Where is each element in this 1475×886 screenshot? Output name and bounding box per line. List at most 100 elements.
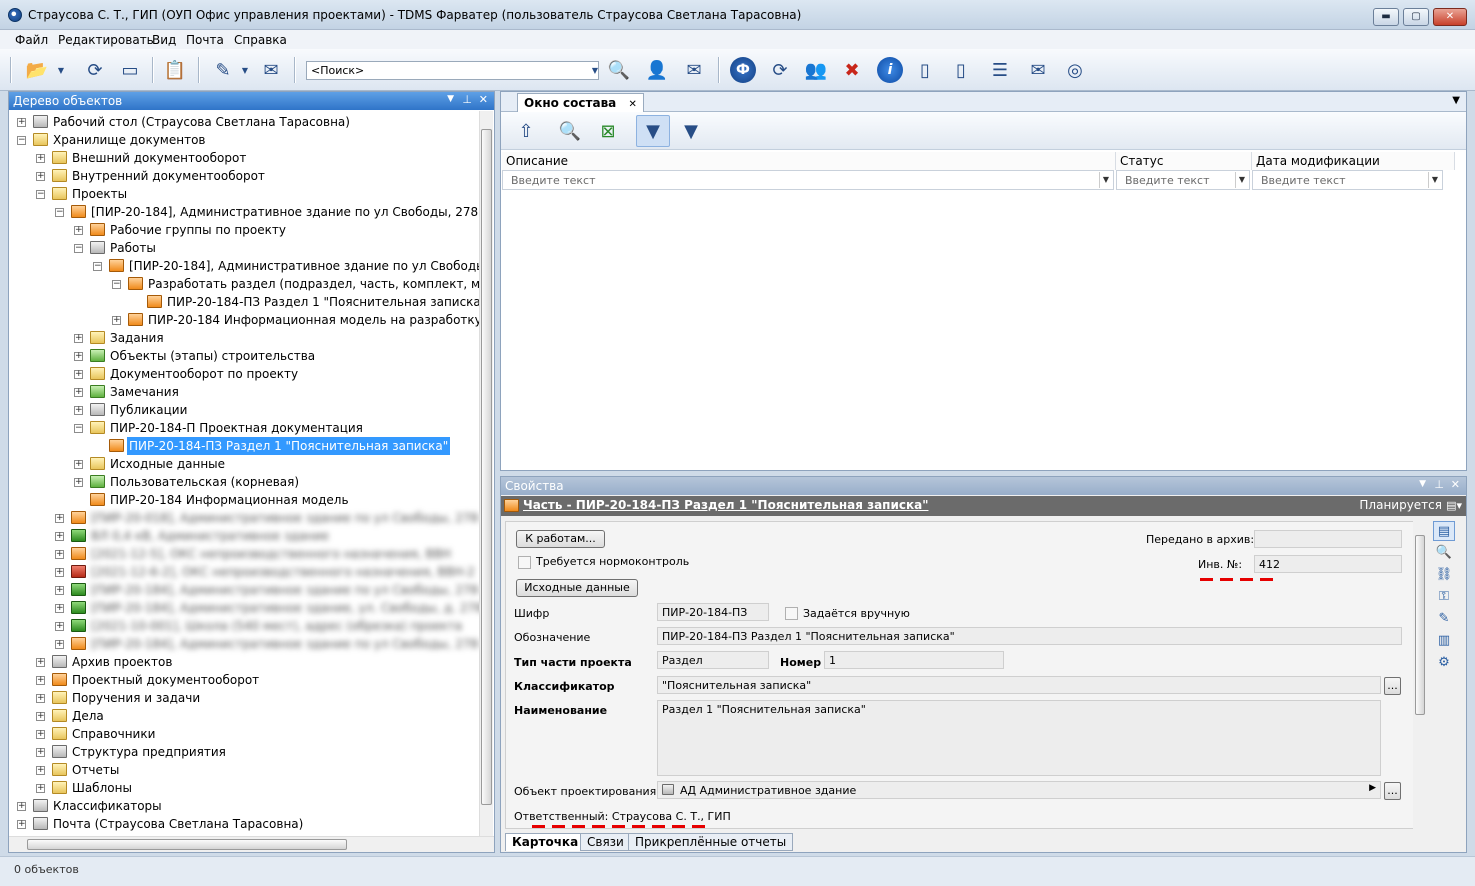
menu-mail[interactable]: Почта bbox=[186, 33, 224, 47]
create-dropdown-icon[interactable]: ▼ bbox=[54, 57, 68, 83]
send-icon[interactable]: ✉ bbox=[258, 57, 284, 83]
card-view-icon[interactable]: ▤ bbox=[1433, 521, 1455, 541]
filter-status-input[interactable]: Введите текст ▼ bbox=[1116, 170, 1250, 190]
filter-settings-icon[interactable]: ▼ bbox=[678, 118, 704, 144]
checkout-icon[interactable]: ▯ bbox=[948, 57, 974, 83]
tab-composition[interactable]: Окно состава ✕ bbox=[517, 93, 644, 112]
main-toolbar: 📂 ▼ ⟳ ▭ 📋 ✎ ▼ ✉ <Поиск> ▼ 🔍 👤 ✉ Ф ⟳ 👥 ✖ … bbox=[0, 49, 1475, 91]
col-header-description[interactable]: Описание bbox=[502, 152, 1116, 170]
design-object-select-button[interactable]: ... bbox=[1384, 782, 1401, 800]
tab-list-icon[interactable]: ▼ bbox=[1452, 95, 1460, 106]
menu-help[interactable]: Справка bbox=[234, 33, 287, 47]
chevron-down-icon[interactable]: ▼ bbox=[1099, 172, 1112, 188]
users-icon[interactable]: 👥 bbox=[803, 57, 829, 83]
col-header-modified[interactable]: Дата модификации bbox=[1252, 152, 1455, 170]
card-vertical-scrollbar[interactable] bbox=[1413, 521, 1427, 829]
inbox-icon[interactable]: ✉ bbox=[1025, 57, 1051, 83]
link-icon[interactable]: ⛓ bbox=[1433, 565, 1455, 585]
settings-icon[interactable]: ⚙ bbox=[1433, 653, 1455, 673]
highlight-mark bbox=[1200, 578, 1276, 581]
sync-icon[interactable]: ⟳ bbox=[767, 57, 793, 83]
tab-close-icon[interactable]: ✕ bbox=[628, 99, 636, 110]
farvater-icon[interactable]: Ф bbox=[730, 57, 756, 83]
tree-vertical-scrollbar[interactable] bbox=[479, 111, 493, 837]
refresh-icon[interactable]: ⟳ bbox=[82, 57, 108, 83]
name-textarea[interactable]: Раздел 1 "Пояснительная записка" bbox=[657, 700, 1381, 776]
manual-label: Задаётся вручную bbox=[803, 607, 910, 620]
manual-checkbox[interactable] bbox=[785, 607, 798, 620]
norm-control-checkbox[interactable] bbox=[518, 556, 531, 569]
pane-menu-icon[interactable]: ▼ bbox=[447, 94, 454, 104]
number-field[interactable]: 1 bbox=[824, 651, 1004, 669]
archived-label: Передано в архив: bbox=[1146, 533, 1255, 546]
works-icon bbox=[90, 241, 105, 254]
search-mail-icon[interactable]: ✉ bbox=[681, 57, 707, 83]
folder-icon bbox=[90, 331, 105, 344]
code-field[interactable]: ПИР-20-184-ПЗ bbox=[657, 603, 769, 621]
create-object-icon[interactable]: 📂 bbox=[24, 57, 50, 83]
maximize-button[interactable]: ▢ bbox=[1403, 8, 1429, 26]
project-icon bbox=[71, 619, 86, 632]
search-input[interactable]: <Поиск> bbox=[306, 61, 599, 80]
edit-dropdown-icon[interactable]: ▼ bbox=[238, 57, 252, 83]
chevron-right-icon[interactable]: ▶ bbox=[1369, 783, 1376, 793]
classifier-field[interactable]: "Пояснительная записка" bbox=[657, 676, 1381, 694]
filter-description-input[interactable]: Введите текст ▼ bbox=[502, 170, 1114, 190]
code-label: Шифр bbox=[514, 607, 550, 620]
web-globe-icon[interactable]: ◎ bbox=[1062, 57, 1088, 83]
key-icon[interactable]: ⚿ bbox=[1433, 587, 1455, 607]
pane-menu-icon[interactable]: ▼ bbox=[1419, 479, 1426, 489]
search-in-tree-icon[interactable]: 🔍 bbox=[557, 118, 583, 144]
map-icon[interactable]: ▥ bbox=[1433, 631, 1455, 651]
search-docs-icon[interactable]: 🔍 bbox=[606, 57, 632, 83]
object-title-link[interactable]: Часть - ПИР-20-184-ПЗ Раздел 1 "Поясните… bbox=[523, 498, 928, 512]
home-up-icon[interactable]: ⇧ bbox=[513, 118, 539, 144]
pencil-icon[interactable]: ✎ bbox=[1433, 609, 1455, 629]
minimize-button[interactable]: ▬ bbox=[1373, 8, 1399, 26]
tree-horizontal-scrollbar[interactable] bbox=[9, 836, 494, 852]
message-icon[interactable]: ☰ bbox=[987, 57, 1013, 83]
folder-icon bbox=[90, 421, 105, 434]
close-button[interactable]: ✕ bbox=[1433, 8, 1467, 26]
menu-edit[interactable]: Редактировать bbox=[58, 33, 154, 47]
edit-mail-icon[interactable]: ✎ bbox=[210, 57, 236, 83]
archived-field[interactable] bbox=[1254, 530, 1402, 548]
status-menu-icon[interactable]: ▤▾ bbox=[1446, 499, 1462, 512]
chevron-down-icon[interactable]: ▼ bbox=[1235, 172, 1248, 188]
tab-links[interactable]: Связи bbox=[580, 833, 631, 851]
to-works-button[interactable]: К работам... bbox=[516, 530, 605, 548]
object-title-bar: Часть - ПИР-20-184-ПЗ Раздел 1 "Поясните… bbox=[501, 496, 1466, 516]
tab-card[interactable]: Карточка bbox=[505, 833, 586, 851]
zoom-icon[interactable]: 🔍 bbox=[1433, 543, 1455, 563]
clipboard-icon[interactable]: 📋 bbox=[162, 57, 188, 83]
disconnect-icon[interactable]: ✖ bbox=[839, 57, 865, 83]
export-excel-icon[interactable]: ⊠ bbox=[595, 118, 621, 144]
project-docs-icon bbox=[52, 673, 67, 686]
design-object-field[interactable]: АД Административное здание ▶ bbox=[657, 781, 1381, 799]
search-user-icon[interactable]: 👤 bbox=[644, 57, 670, 83]
pane-close-icon[interactable]: ✕ bbox=[479, 93, 488, 106]
info-icon[interactable]: i bbox=[877, 57, 903, 83]
tree-title: Дерево объектов bbox=[13, 94, 123, 108]
inv-field[interactable]: 412 bbox=[1254, 555, 1402, 573]
menu-file[interactable]: Файл bbox=[15, 33, 48, 47]
source-data-button[interactable]: Исходные данные bbox=[516, 579, 638, 597]
designation-field[interactable]: ПИР-20-184-ПЗ Раздел 1 "Пояснительная за… bbox=[657, 627, 1402, 645]
menu-bar: Файл Редактировать Вид Почта Справка bbox=[0, 30, 1475, 49]
tab-attached-reports[interactable]: Прикреплённые отчеты bbox=[628, 833, 794, 851]
window-icon[interactable]: ▭ bbox=[117, 57, 143, 83]
filter-modified-input[interactable]: Введите текст ▼ bbox=[1252, 170, 1443, 190]
pin-icon[interactable]: ⊥ bbox=[1434, 478, 1444, 491]
search-dropdown-icon[interactable]: ▼ bbox=[588, 61, 602, 80]
project-icon bbox=[71, 205, 86, 218]
checkin-icon[interactable]: ▯ bbox=[912, 57, 938, 83]
classifier-select-button[interactable]: ... bbox=[1384, 677, 1401, 695]
menu-view[interactable]: Вид bbox=[152, 33, 176, 47]
chevron-down-icon[interactable]: ▼ bbox=[1428, 172, 1441, 188]
filter-icon[interactable]: ▼ bbox=[636, 115, 670, 147]
card-form: К работам... Требуется нормоконтроль Исх… bbox=[505, 521, 1415, 829]
pin-icon[interactable]: ⊥ bbox=[462, 93, 472, 106]
part-type-field[interactable]: Раздел bbox=[657, 651, 769, 669]
col-header-status[interactable]: Статус bbox=[1116, 152, 1252, 170]
pane-close-icon[interactable]: ✕ bbox=[1451, 478, 1460, 491]
